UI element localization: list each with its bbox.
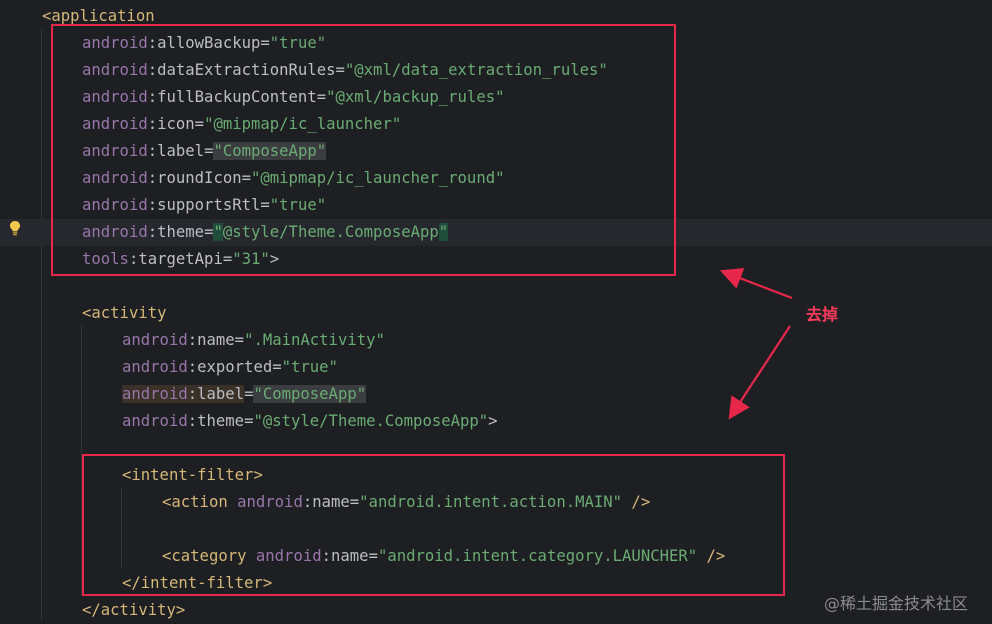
annotation-label: 去掉 [806, 305, 839, 324]
arrow-to-intent-filter-box [728, 325, 791, 420]
arrow-to-application-box [719, 268, 793, 300]
annotation-arrows [719, 268, 793, 420]
watermark: @稀土掘金技术社区 [824, 594, 969, 613]
